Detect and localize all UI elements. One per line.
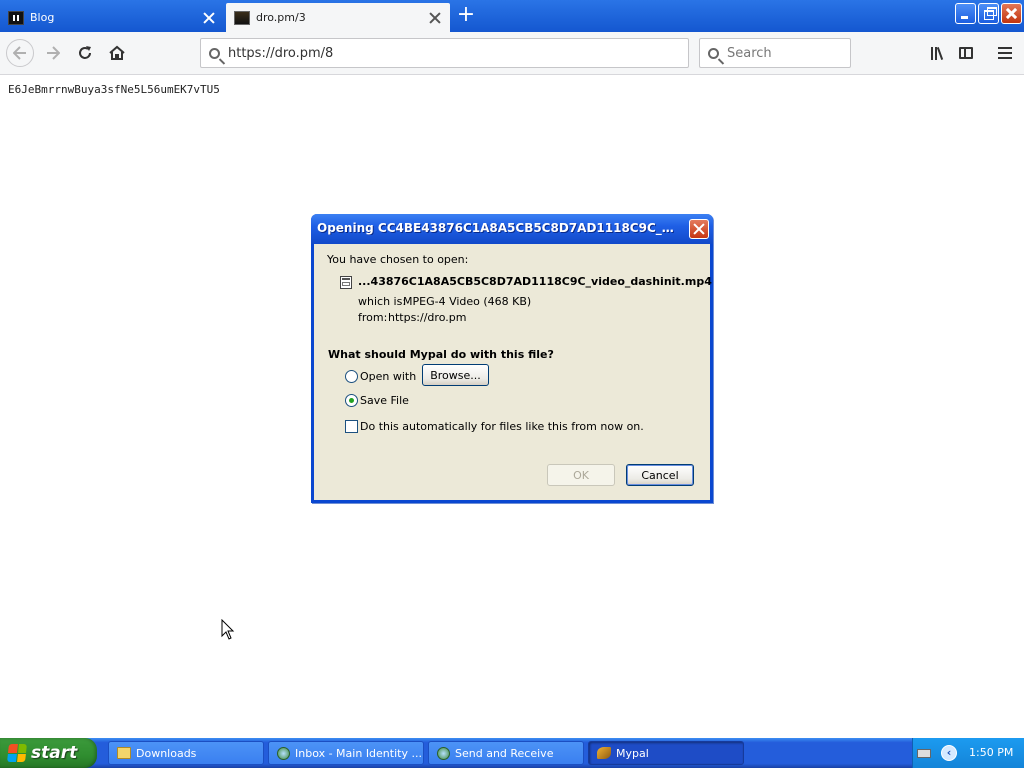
search-icon — [209, 47, 220, 59]
cancel-button[interactable]: Cancel — [626, 464, 694, 486]
search-input[interactable]: Search — [699, 38, 851, 68]
system-tray: ‹ 1:50 PM — [912, 738, 1024, 768]
taskbar-item-inbox[interactable]: Inbox - Main Identity ... — [268, 741, 424, 765]
start-label: start — [31, 743, 78, 763]
search-placeholder: Search — [727, 45, 772, 61]
dialog-title-bar[interactable]: Opening CC4BE43876C1A8A5CB5C8D7AD1118C9C… — [311, 214, 713, 244]
open-with-radio[interactable] — [345, 370, 358, 383]
chosen-label: You have chosen to open: — [327, 253, 469, 266]
outlook-express-icon — [437, 746, 450, 760]
taskbar-item-label: Send and Receive — [455, 746, 554, 760]
video-file-icon — [340, 276, 352, 289]
home-icon[interactable] — [104, 40, 130, 66]
keyboard-icon[interactable] — [917, 749, 931, 758]
search-icon — [708, 47, 719, 59]
from-label: from: — [358, 311, 388, 324]
open-with-label[interactable]: Open with — [360, 370, 416, 383]
library-icon[interactable] — [923, 40, 949, 66]
forward-arrow-icon[interactable] — [40, 40, 66, 66]
mouse-cursor-icon — [221, 619, 235, 640]
taskbar-item-label: Downloads — [136, 746, 197, 760]
auto-action-label[interactable]: Do this automatically for files like thi… — [360, 420, 644, 433]
close-tab-icon[interactable] — [428, 11, 442, 25]
tab-dro-pm[interactable]: dro.pm/3 — [226, 3, 450, 32]
taskbar-item-downloads[interactable]: Downloads — [108, 741, 264, 765]
folder-icon — [117, 747, 131, 759]
taskbar-item-label: Mypal — [616, 746, 649, 760]
minimize-window-button[interactable] — [955, 3, 976, 24]
save-file-label[interactable]: Save File — [360, 394, 409, 407]
download-dialog: Opening CC4BE43876C1A8A5CB5C8D7AD1118C9C… — [311, 214, 713, 503]
reload-icon[interactable] — [72, 40, 98, 66]
from-value: https://dro.pm — [388, 311, 467, 324]
taskbar: start Downloads Inbox - Main Identity ..… — [0, 738, 1024, 768]
hamburger-menu-icon[interactable] — [992, 40, 1018, 66]
back-arrow-icon[interactable] — [6, 39, 34, 67]
close-tab-icon[interactable] — [202, 11, 216, 25]
taskbar-item-label: Inbox - Main Identity ... — [295, 746, 422, 760]
navigation-toolbar: https://dro.pm/8 Search — [0, 32, 1024, 75]
start-button[interactable]: start — [0, 738, 97, 768]
tab-label: Blog — [30, 11, 55, 24]
windows-logo-icon — [7, 744, 27, 762]
ok-button[interactable]: OK — [547, 464, 615, 486]
dialog-close-button[interactable] — [689, 219, 709, 239]
tab-label: dro.pm/3 — [256, 11, 306, 24]
auto-action-checkbox[interactable] — [345, 420, 358, 433]
sidebar-icon[interactable] — [953, 40, 979, 66]
clock[interactable]: 1:50 PM — [969, 746, 1013, 759]
taskbar-item-send-receive[interactable]: Send and Receive — [428, 741, 584, 765]
save-file-radio[interactable] — [345, 394, 358, 407]
dro-favicon-icon — [234, 10, 250, 25]
which-is-label: which is: — [358, 295, 407, 308]
file-name: ...43876C1A8A5CB5C8D7AD1118C9C_video_das… — [358, 275, 712, 288]
page-body-text: E6JeBmrrnwBuya3sfNe5L56umEK7vTU5 — [8, 83, 220, 96]
show-hidden-icons-icon[interactable]: ‹ — [941, 745, 957, 761]
restore-window-button[interactable] — [978, 3, 999, 24]
blog-favicon-icon — [8, 10, 24, 25]
file-type-value: MPEG-4 Video (468 KB) — [403, 295, 532, 308]
new-tab-icon[interactable]: + — [456, 4, 476, 26]
dialog-title: Opening CC4BE43876C1A8A5CB5C8D7AD1118C9C… — [317, 221, 681, 235]
taskbar-item-mypal[interactable]: Mypal — [588, 741, 744, 765]
url-bar[interactable]: https://dro.pm/8 — [200, 38, 689, 68]
question-heading: What should Mypal do with this file? — [328, 348, 554, 361]
outlook-express-icon — [277, 746, 290, 760]
mypal-icon — [597, 747, 611, 759]
tab-blog[interactable]: Blog — [0, 3, 224, 32]
browse-button[interactable]: Browse... — [422, 364, 489, 386]
browser-tab-strip: Blog dro.pm/3 + — [0, 0, 1024, 32]
url-text: https://dro.pm/8 — [228, 45, 334, 61]
close-window-button[interactable] — [1001, 3, 1022, 24]
